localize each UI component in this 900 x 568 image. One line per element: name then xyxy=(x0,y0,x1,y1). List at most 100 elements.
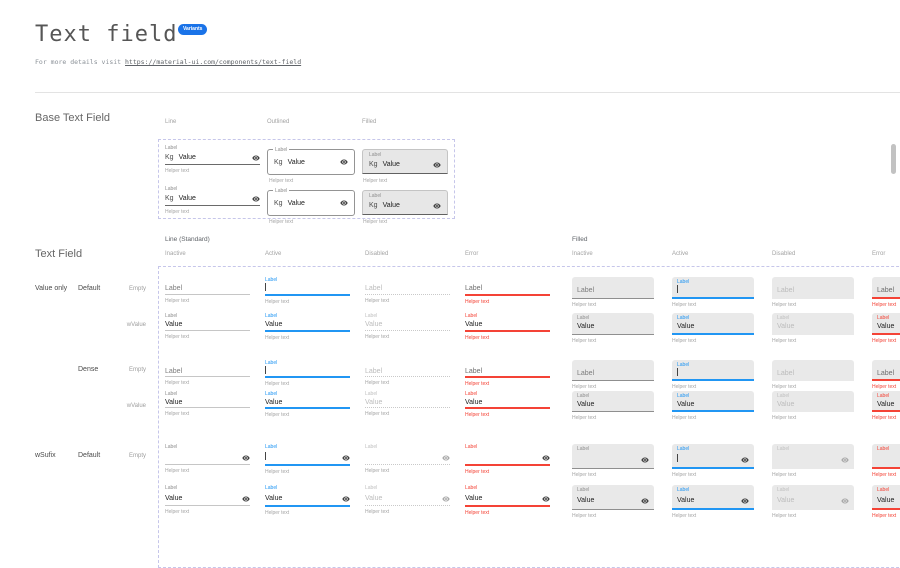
text-field-filled-disabled-row1[interactable]: LabelHelper text xyxy=(772,277,854,308)
field-helper-text: Helper text xyxy=(165,380,250,386)
text-field-line-active-row1[interactable]: LabelHelper text xyxy=(265,277,350,305)
text-field-line-disabled-row5[interactable]: LabelHelper text xyxy=(365,444,450,474)
visibility-icon[interactable] xyxy=(342,454,350,462)
text-field-filled-inactive-row6[interactable]: LabelValueHelper text xyxy=(572,485,654,519)
docs-link[interactable]: https://material-ui.com/components/text-… xyxy=(125,58,301,66)
visibility-icon[interactable] xyxy=(442,454,450,462)
field-helper-text: Helper text xyxy=(365,509,450,515)
text-field-filled-inactive-row3[interactable]: LabelHelper text xyxy=(572,360,654,390)
text-field-filled-inactive-row1[interactable]: LabelHelper text xyxy=(572,277,654,308)
visibility-icon[interactable] xyxy=(340,158,348,166)
text-field-line-inactive-row3[interactable]: LabelHelper text xyxy=(165,360,250,386)
visibility-icon[interactable] xyxy=(542,495,550,503)
text-field-filled-error-row3[interactable]: LabelHelper text xyxy=(872,360,900,390)
visibility-icon[interactable] xyxy=(252,154,260,162)
text-field-filled-active-row5[interactable]: LabelHelper text xyxy=(672,444,754,478)
text-field-line-error-row2[interactable]: LabelValueHelper text xyxy=(465,313,550,341)
visibility-icon[interactable] xyxy=(542,454,550,462)
base-field-filled[interactable]: LabelKgValue xyxy=(362,149,448,174)
text-field-filled-disabled-row4[interactable]: LabelValueHelper text xyxy=(772,391,854,421)
text-field-filled-error-row4[interactable]: LabelValueHelper text xyxy=(872,391,900,421)
field-underline xyxy=(265,294,350,296)
text-field-filled-disabled-row5[interactable]: LabelHelper text xyxy=(772,444,854,478)
text-field-line-error-row4[interactable]: LabelValueHelper text xyxy=(465,391,550,418)
text-field-line-disabled-row1[interactable]: LabelHelper text xyxy=(365,277,450,304)
text-field-line-error-row6[interactable]: LabelValueHelper text xyxy=(465,485,550,516)
text-field-line-inactive-row5[interactable]: LabelHelper text xyxy=(165,444,250,474)
text-field-filled-disabled-row6[interactable]: LabelValueHelper text xyxy=(772,485,854,519)
text-field-line-error-row5[interactable]: LabelHelper text xyxy=(465,444,550,475)
text-field-filled-inactive-row2[interactable]: LabelValueHelper text xyxy=(572,313,654,344)
field-value-text: Label xyxy=(365,284,382,294)
text-field-filled-active-row3[interactable]: LabelHelper text xyxy=(672,360,754,390)
field-box: Label xyxy=(872,277,900,299)
visibility-icon[interactable] xyxy=(252,195,260,203)
field-box: Label xyxy=(672,444,754,469)
text-field-line-disabled-row2[interactable]: LabelValueHelper text xyxy=(365,313,450,340)
field-label: Label xyxy=(465,313,550,320)
visibility-icon[interactable] xyxy=(442,495,450,503)
base-field-filled[interactable]: LabelKgValue xyxy=(362,190,448,215)
field-value-row: KgValue xyxy=(268,150,354,174)
field-label: Label xyxy=(577,487,649,494)
text-field-line-error-row1[interactable]: LabelHelper text xyxy=(465,277,550,305)
field-helper-text: Helper text xyxy=(465,469,550,475)
visibility-icon[interactable] xyxy=(433,202,441,210)
visibility-icon[interactable] xyxy=(841,456,849,464)
text-field-line-disabled-row4[interactable]: LabelValueHelper text xyxy=(365,391,450,417)
base-field-line[interactable]: LabelKgValueHelper text xyxy=(165,186,260,215)
field-helper-text: Helper text xyxy=(672,513,754,519)
visibility-icon[interactable] xyxy=(741,497,749,505)
visibility-icon[interactable] xyxy=(342,495,350,503)
text-field-filled-error-row1[interactable]: LabelHelper text xyxy=(872,277,900,308)
visibility-icon[interactable] xyxy=(433,161,441,169)
text-field-filled-inactive-row4[interactable]: LabelValueHelper text xyxy=(572,391,654,421)
text-field-line-inactive-row2[interactable]: LabelValueHelper text xyxy=(165,313,250,340)
field-value-row xyxy=(677,453,749,466)
text-field-line-disabled-row3[interactable]: LabelHelper text xyxy=(365,360,450,386)
visibility-icon[interactable] xyxy=(641,456,649,464)
text-field-filled-active-row6[interactable]: LabelValueHelper text xyxy=(672,485,754,519)
text-field-filled-error-row6[interactable]: LabelValueHelper text xyxy=(872,485,900,519)
field-box: Label xyxy=(572,444,654,469)
visibility-icon[interactable] xyxy=(841,497,849,505)
text-field-filled-active-row4[interactable]: LabelValueHelper text xyxy=(672,391,754,421)
visibility-icon[interactable] xyxy=(741,456,749,464)
text-field-line-error-row3[interactable]: LabelHelper text xyxy=(465,360,550,387)
text-field-filled-disabled-row3[interactable]: LabelHelper text xyxy=(772,360,854,390)
scrollbar-thumb[interactable] xyxy=(891,144,896,174)
field-value-text: KgValue xyxy=(369,201,400,211)
field-label xyxy=(465,277,550,284)
field-value-text: Value xyxy=(165,320,182,330)
text-field-filled-active-row1[interactable]: LabelHelper text xyxy=(672,277,754,308)
text-field-line-active-row4[interactable]: LabelValueHelper text xyxy=(265,391,350,418)
text-field-line-active-row6[interactable]: LabelValueHelper text xyxy=(265,485,350,516)
text-field-line-inactive-row6[interactable]: LabelValueHelper text xyxy=(165,485,250,515)
base-field-outlined[interactable]: LabelKgValueHelper text xyxy=(267,190,355,216)
row-fill-label: Empty xyxy=(116,286,146,292)
text-field-filled-error-row5[interactable]: LabelHelper text xyxy=(872,444,900,478)
base-field-line[interactable]: LabelKgValueHelper text xyxy=(165,145,260,174)
field-helper-text: Helper text xyxy=(672,415,754,421)
text-field-line-active-row2[interactable]: LabelValueHelper text xyxy=(265,313,350,341)
prefix-text: Kg xyxy=(274,159,283,166)
text-field-line-active-row5[interactable]: LabelHelper text xyxy=(265,444,350,475)
visibility-icon[interactable] xyxy=(340,199,348,207)
text-field-filled-active-row2[interactable]: LabelValueHelper text xyxy=(672,313,754,344)
text-field-line-inactive-row1[interactable]: LabelHelper text xyxy=(165,277,250,304)
field-value-row: Value xyxy=(777,322,849,332)
field-label: Label xyxy=(577,446,649,453)
text-field-line-inactive-row4[interactable]: LabelValueHelper text xyxy=(165,391,250,417)
text-field-filled-disabled-row2[interactable]: LabelValueHelper text xyxy=(772,313,854,344)
visibility-icon[interactable] xyxy=(242,454,250,462)
field-helper-text: Helper text xyxy=(265,412,350,418)
text-field-line-disabled-row6[interactable]: LabelValueHelper text xyxy=(365,485,450,515)
visibility-icon[interactable] xyxy=(242,495,250,503)
visibility-icon[interactable] xyxy=(641,497,649,505)
base-field-outlined[interactable]: LabelKgValueHelper text xyxy=(267,149,355,175)
field-label: Label xyxy=(677,315,749,322)
text-field-filled-error-row2[interactable]: LabelValueHelper text xyxy=(872,313,900,344)
text-field-filled-inactive-row5[interactable]: LabelHelper text xyxy=(572,444,654,478)
field-value-row: KgValue xyxy=(369,200,441,211)
text-field-line-active-row3[interactable]: LabelHelper text xyxy=(265,360,350,387)
